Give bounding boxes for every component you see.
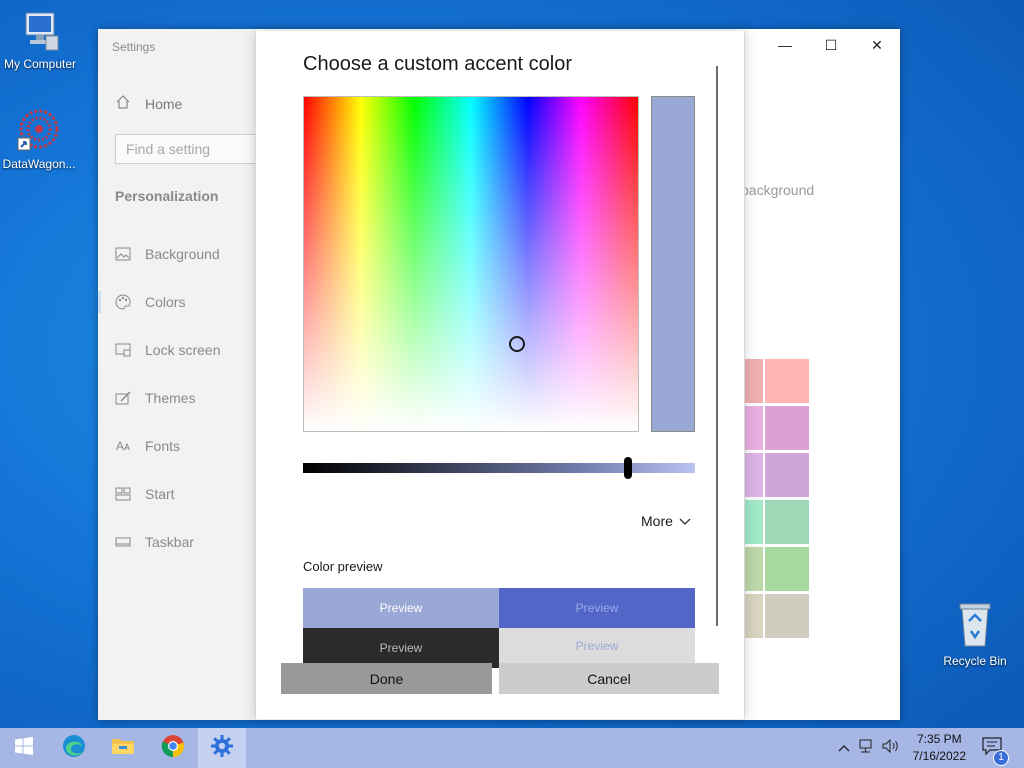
folder-icon [111, 736, 135, 761]
chrome-icon [161, 734, 185, 763]
minimize-icon[interactable]: — [762, 29, 808, 61]
search-placeholder: Find a setting [126, 141, 211, 157]
desktop-icon-my-computer[interactable]: My Computer [0, 10, 80, 71]
section-title: Personalization [115, 188, 219, 204]
sidebar-item-label: Taskbar [145, 534, 195, 550]
cancel-button[interactable]: Cancel [499, 663, 719, 694]
nav-home[interactable]: Home [115, 94, 182, 113]
taskbar-icon [115, 535, 131, 549]
taskbar: 7:35 PM 7/16/2022 1 [0, 728, 1024, 768]
windows-logo-icon [15, 736, 33, 760]
window-title: Settings [112, 40, 156, 54]
clock-time: 7:35 PM [916, 732, 962, 746]
preview-text: Preview [575, 638, 619, 653]
color-swatch[interactable] [765, 359, 809, 403]
chevron-down-icon [679, 513, 691, 529]
clock[interactable]: 7:35 PM 7/16/2022 [913, 731, 966, 765]
color-swatch[interactable] [765, 453, 809, 497]
done-button[interactable]: Done [281, 663, 492, 694]
dialog-title: Choose a custom accent color [303, 53, 573, 75]
preview-dark-mode: Preview [303, 628, 499, 668]
notification-icon: 1 [982, 736, 1009, 766]
custom-accent-color-dialog: Choose a custom accent color More Color … [255, 31, 745, 719]
sidebar-item-label: Themes [145, 390, 196, 406]
brightness-slider[interactable] [303, 457, 695, 479]
preview-text: Preview [379, 601, 423, 615]
slider-thumb[interactable] [624, 457, 633, 479]
close-icon[interactable]: ✕ [854, 29, 900, 61]
taskbar-settings[interactable] [198, 728, 246, 768]
notification-badge: 1 [993, 749, 1009, 766]
chevron-up-icon[interactable] [838, 739, 850, 757]
desktop-icon-label: My Computer [3, 57, 77, 71]
action-center-button[interactable]: 1 [982, 728, 1009, 768]
search-input[interactable]: Find a setting [115, 134, 265, 164]
settings-sidebar: Settings Home Find a setting Personaliza… [98, 29, 265, 720]
color-swatch[interactable] [765, 594, 809, 638]
sidebar-item-colors[interactable]: Colors [115, 294, 185, 310]
color-picker-handle[interactable] [509, 336, 525, 352]
color-spectrum[interactable] [303, 96, 639, 432]
background-text: background [741, 182, 815, 198]
more-label: More [641, 513, 673, 529]
lock-screen-icon [115, 343, 131, 357]
datawagon-icon [0, 108, 79, 155]
fonts-icon: Aᴀ [116, 439, 130, 453]
sidebar-item-background[interactable]: Background [115, 246, 220, 262]
active-indicator [98, 291, 101, 313]
selected-color-preview [651, 96, 695, 432]
color-swatch[interactable] [765, 406, 809, 450]
sidebar-item-start[interactable]: Start [115, 486, 175, 502]
desktop-icon-datawagon[interactable]: DataWagon... [0, 108, 79, 171]
sidebar-item-fonts[interactable]: Aᴀ Fonts [115, 438, 180, 454]
clock-date: 7/16/2022 [912, 749, 966, 763]
home-icon [115, 94, 131, 113]
dialog-scrollbar[interactable] [716, 66, 718, 626]
sidebar-item-taskbar[interactable]: Taskbar [115, 534, 194, 550]
color-swatch[interactable] [765, 500, 809, 544]
desktop-icon-recycle-bin[interactable]: Recycle Bin [935, 601, 1015, 668]
start-icon [115, 487, 131, 501]
cancel-label: Cancel [587, 670, 631, 687]
sidebar-item-label: Start [145, 486, 175, 502]
desktop-icon-label: Recycle Bin [943, 654, 1007, 668]
preview-text: Preview [379, 641, 423, 655]
gear-icon [211, 734, 233, 762]
window-controls: — ☐ ✕ [762, 29, 900, 61]
nav-home-label: Home [145, 95, 183, 112]
maximize-icon[interactable]: ☐ [808, 29, 854, 61]
sidebar-item-label: Fonts [145, 438, 181, 454]
preview-text: Preview [575, 601, 619, 615]
themes-icon [115, 391, 131, 405]
picture-icon [115, 247, 131, 261]
done-label: Done [369, 670, 404, 687]
taskbar-edge[interactable] [50, 728, 98, 768]
sidebar-item-label: Background [145, 246, 220, 262]
taskbar-file-explorer[interactable] [99, 728, 147, 768]
edge-icon [62, 734, 86, 763]
taskbar-chrome[interactable] [149, 728, 197, 768]
network-icon[interactable] [858, 739, 874, 758]
sidebar-item-lock-screen[interactable]: Lock screen [115, 342, 220, 358]
computer-icon [0, 10, 80, 55]
recycle-bin-icon [935, 601, 1015, 652]
volume-icon[interactable] [882, 738, 900, 758]
preview-light-mode: Preview [499, 628, 695, 663]
desktop-icon-label: DataWagon... [2, 157, 76, 171]
system-tray [838, 728, 900, 768]
color-swatch[interactable] [765, 547, 809, 591]
preview-dark-accent: Preview [499, 588, 695, 628]
sidebar-item-label: Lock screen [145, 342, 221, 358]
sidebar-item-label: Colors [145, 294, 186, 310]
preview-light-accent: Preview [303, 588, 499, 628]
sidebar-item-themes[interactable]: Themes [115, 390, 196, 406]
color-preview-label: Color preview [303, 559, 383, 574]
start-button[interactable] [0, 728, 48, 768]
palette-icon [115, 294, 131, 310]
more-button[interactable]: More [641, 513, 691, 529]
